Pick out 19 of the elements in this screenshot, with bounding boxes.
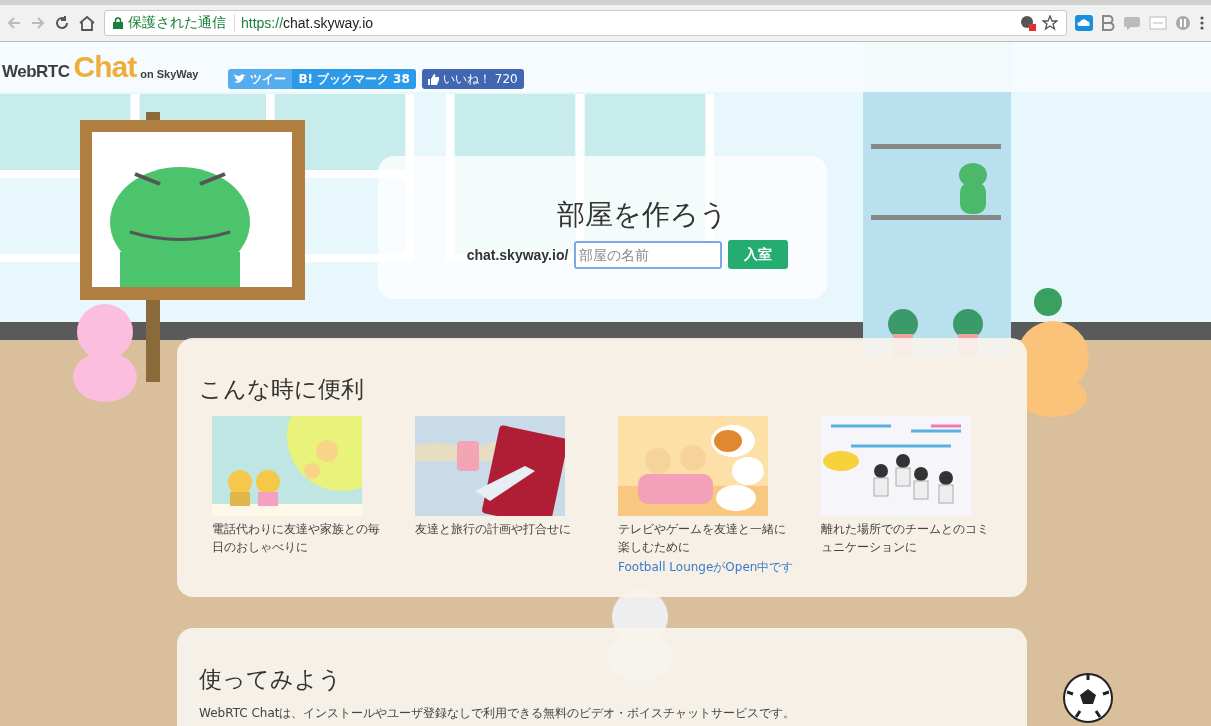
section-heading: こんな時に便利 [199, 375, 365, 404]
address-bar[interactable]: 保護された通信 https://chat.skyway.io [104, 10, 1067, 36]
tweet-button[interactable]: ツイー [228, 69, 293, 89]
football-lounge-link[interactable]: Football LoungeがOpen中です [618, 558, 794, 576]
url-prefix: chat.skyway.io/ [466, 246, 569, 263]
section-heading: 使ってみよう [199, 665, 343, 694]
intro-text: WebRTC Chatは、インストールやユーザ登録なしで利用できる無料のビデオ・ボイスチャットサービスです。 [199, 705, 797, 722]
url-text: https://chat.skyway.io [241, 15, 374, 31]
create-room-heading: 部屋を作ろう [556, 197, 728, 233]
like-button[interactable]: いいね！ 720 [421, 69, 524, 89]
room-name-input[interactable]: 部屋の名前 [574, 240, 723, 269]
enter-button[interactable]: 入室 [728, 240, 789, 269]
use-case-caption: 電話代わりに友達や家族との毎日のおしゃべりに [212, 521, 381, 556]
use-case-caption: 離れた場所でのチームとのコミュニケーションに [821, 521, 990, 556]
secure-label: 保護された通信 [128, 14, 226, 32]
site-logo[interactable]: WebRTC Chat on SkyWay [2, 52, 199, 82]
use-case-caption: テレビやゲームを友達と一緒に楽しむために [618, 521, 787, 556]
bookmark-button[interactable]: B! ブックマーク 38 [292, 69, 416, 89]
use-case-caption: 友達と旅行の計画や打合せに [415, 521, 572, 538]
